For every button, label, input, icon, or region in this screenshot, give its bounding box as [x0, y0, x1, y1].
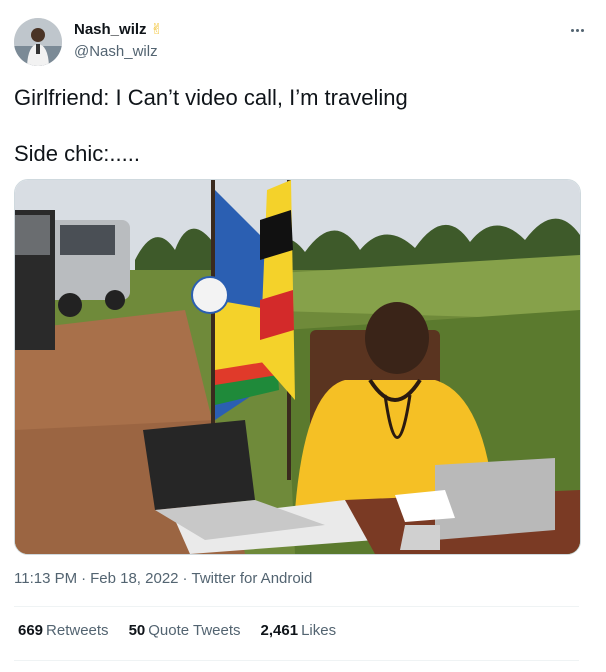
quote-tweets-label: Quote Tweets	[148, 622, 241, 639]
tweet-text-line-2: Side chic:.....	[14, 141, 140, 166]
photo-illustration	[15, 180, 580, 554]
more-horizontal-icon[interactable]	[566, 22, 588, 38]
display-name[interactable]: Nash_wilz	[74, 21, 147, 38]
tweet-source[interactable]: Twitter for Android	[192, 570, 313, 587]
user-handle[interactable]: @Nash_wilz	[74, 43, 158, 60]
quote-tweets-stat[interactable]: 50 Quote Tweets	[129, 622, 241, 639]
tweet-text-line-1: Girlfriend: I Can’t video call, I’m trav…	[14, 85, 408, 110]
tweet-photo[interactable]	[14, 179, 581, 555]
victory-hand-icon: ✌	[150, 21, 164, 38]
meta-separator: ·	[182, 570, 188, 587]
divider	[14, 606, 579, 607]
likes-count: 2,461	[260, 622, 299, 639]
meta-separator: ·	[81, 570, 87, 587]
tweet-stats: 669 Retweets 50 Quote Tweets 2,461 Likes	[18, 622, 336, 639]
tweet-meta: 11:13 PM · Feb 18, 2022 · Twitter for An…	[14, 570, 312, 587]
avatar[interactable]	[14, 18, 62, 66]
divider	[14, 660, 579, 661]
retweets-stat[interactable]: 669 Retweets	[18, 622, 109, 639]
likes-stat[interactable]: 2,461 Likes	[261, 622, 337, 639]
quote-tweets-count: 50	[128, 622, 146, 639]
tweet-date[interactable]: Feb 18, 2022	[90, 570, 178, 587]
retweets-label: Retweets	[46, 622, 109, 639]
tweet-card: Nash_wilz ✌ @Nash_wilz Girlfriend: I Can…	[0, 0, 606, 672]
user-name-row[interactable]: Nash_wilz ✌	[74, 20, 164, 39]
likes-label: Likes	[301, 622, 337, 639]
avatar-image	[14, 18, 62, 66]
tweet-text: Girlfriend: I Can’t video call, I’m trav…	[14, 84, 584, 168]
tweet-time[interactable]: 11:13 PM	[14, 570, 77, 587]
retweets-count: 669	[18, 622, 44, 639]
